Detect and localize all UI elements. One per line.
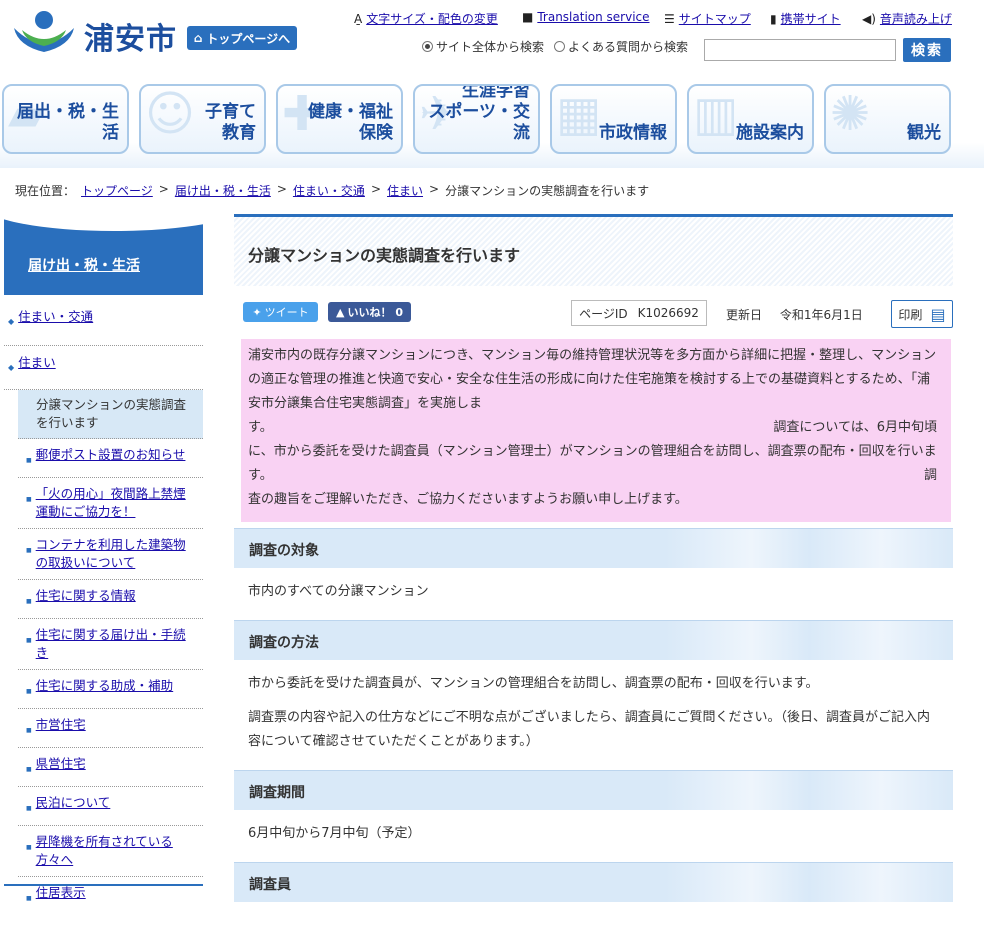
breadcrumb-link[interactable]: 届け出・税・生活 [175,182,271,199]
square-bullet-icon: ■ [26,598,32,605]
search-scope-all-radio[interactable] [422,41,433,52]
child-icon: ☺ [145,86,196,142]
tweet-button[interactable]: ✦ ツイート [243,302,318,322]
square-bullet-icon: ■ [26,688,32,695]
font-size-link[interactable]: A̱ 文字サイズ・配色の変更 [354,10,498,27]
building-icon: ▦ [556,86,602,142]
section-text: 6月中旬から7月中旬（予定） [248,826,421,841]
sidebar-item[interactable]: ■ コンテナを利用した建築物の取扱いについて [18,529,203,580]
diamond-bullet-icon: ◆ [8,317,15,326]
sidebar-footer-line [4,884,203,886]
facebook-like-button[interactable]: ▲ いいね！ 0 [328,302,411,322]
search-input[interactable] [704,39,896,61]
sidebar-item-housing[interactable]: ◆ 住まい [4,346,203,390]
top-page-button[interactable]: ⌂ トップページへ [187,26,297,50]
square-bullet-icon: ■ [26,844,32,851]
sitemap-link[interactable]: ☰ サイトマップ [664,10,751,27]
site-header: 浦安市 ⌂ トップページへ A̱ 文字サイズ・配色の変更 ■ Translati… [0,0,984,70]
square-bullet-icon: ■ [26,547,32,554]
page-title: 分譲マンションの実態調査を行います [248,246,521,265]
city-logo-icon[interactable] [12,8,76,54]
sidebar-item[interactable]: ■ 「火の用心」夜間路上禁煙運動にご協力を！ [18,478,203,529]
page-meta: ✦ ツイート ▲ いいね！ 0 ページID K1026692 更新日 令和1年6… [234,300,953,330]
sidebar-item[interactable]: ■ 住居表示 [18,877,203,915]
square-bullet-icon: ■ [26,727,32,734]
nav-item-health[interactable]: ✚ 健康・福祉 保険 [276,84,403,154]
main-content: 分譲マンションの実態調査を行います ✦ ツイート ▲ いいね！ 0 ページID … [234,214,953,902]
text-size-icon: A̱ [354,11,363,26]
city-name[interactable]: 浦安市 [84,14,177,58]
nav-item-facilities[interactable]: ▥ 施設案内 [687,84,814,154]
main-nav: ▰ 届出・税・生活 ☺ 子育て 教育 ✚ 健康・福祉 保険 ✈ 生涯学習 スポー… [0,82,984,168]
sidebar-item[interactable]: ■ 昇降機を所有されている方々へ [18,826,203,877]
updated-date: 更新日 令和1年6月1日 [726,308,863,322]
nav-item-learning[interactable]: ✈ 生涯学習 スポーツ・交流 [413,84,540,154]
section-text: 市から委託を受けた調査員が、マンションの管理組合を訪問し、調査票の配布・回収を行… [248,676,819,691]
sidebar-item[interactable]: ■ 県営住宅 [18,748,203,787]
sidebar-item[interactable]: ■ 郵便ポスト設置のお知らせ [18,439,203,478]
ferris-wheel-icon: ✺ [830,86,871,142]
search-button[interactable]: 検索 [903,38,951,62]
print-button[interactable]: 印刷 ▤ [891,300,953,328]
section-heading: 調査員 [234,862,953,902]
mobile-site-link[interactable]: ▮ 携帯サイト [770,10,841,27]
nav-item-government[interactable]: ▦ 市政情報 [550,84,677,154]
speech-bubble-icon: ■ [522,10,534,24]
sidebar-menu: ◆ 住まい・交通 ◆ 住まい 分譲マンションの実態調査を行います ■ 郵便ポスト設… [4,300,203,915]
page-title-box: 分譲マンションの実態調査を行います [234,214,953,286]
translation-link[interactable]: ■ Translation service [522,10,650,24]
square-bullet-icon: ■ [26,457,32,464]
breadcrumb-link[interactable]: 住まい・交通 [293,182,365,199]
printer-icon: ▤ [930,304,946,324]
breadcrumb-current: 分譲マンションの実態調査を行います [445,184,650,198]
section-heading: 調査の方法 [234,620,953,660]
sitemap-icon: ☰ [664,11,675,26]
square-bullet-icon: ■ [26,766,32,773]
nav-item-notifications[interactable]: ▰ 届出・税・生活 [2,84,129,154]
square-bullet-icon: ■ [26,805,32,812]
square-bullet-icon: ■ [26,496,32,503]
search-scope-faq-radio[interactable] [554,41,566,52]
page-id-box: ページID K1026692 [571,300,707,326]
section-heading: 調査の対象 [234,528,953,568]
breadcrumb: 現在位置： トップページ > 届け出・税・生活 > 住まい・交通 > 住まい >… [15,182,650,199]
speaker-icon: ◀) [862,11,876,26]
section-heading: 調査期間 [234,770,953,810]
thumbs-up-icon: ▲ [336,305,345,319]
search-scope: サイト全体から検索 よくある質問から検索 [422,38,688,55]
diamond-bullet-icon: ◆ [8,363,15,372]
breadcrumb-link[interactable]: トップページ [81,182,153,199]
section-text: 市内のすべての分譲マンション [248,584,429,599]
breadcrumb-link[interactable]: 住まい [387,182,423,199]
sidebar-item[interactable]: ■ 住宅に関する助成・補助 [18,670,203,709]
nav-item-tourism[interactable]: ✺ 観光 [824,84,951,154]
sidebar-item[interactable]: ■ 住宅に関する情報 [18,580,203,619]
intro-box: 浦安市内の既存分譲マンションにつき、マンション毎の維持管理状況等を多方面から詳細… [241,339,951,522]
sidebar-item[interactable]: ■ 市営住宅 [18,709,203,748]
square-bullet-icon: ■ [26,637,32,644]
nav-item-childcare[interactable]: ☺ 子育て 教育 [139,84,266,154]
read-aloud-link[interactable]: ◀) 音声読み上げ [862,10,952,27]
sidebar-item[interactable]: ■ 民泊について [18,787,203,826]
square-bullet-icon: ■ [26,895,32,902]
sidebar-title-link[interactable]: 届け出・税・生活 [28,255,140,275]
sidebar-item[interactable]: ■ 住宅に関する届け出・手続き [18,619,203,670]
mobile-phone-icon: ▮ [770,11,777,26]
twitter-icon: ✦ [252,305,262,319]
sidebar-header: 届け出・税・生活 [4,215,203,295]
section-text: 調査票の内容や記入の仕方などにご不明な点がございましたら、調査員にご質問ください… [248,710,930,749]
sidebar-item-current: 分譲マンションの実態調査を行います [18,390,203,439]
sidebar-item-housing-transport[interactable]: ◆ 住まい・交通 [4,300,203,346]
facility-icon: ▥ [693,86,739,142]
home-icon: ⌂ [193,31,203,45]
